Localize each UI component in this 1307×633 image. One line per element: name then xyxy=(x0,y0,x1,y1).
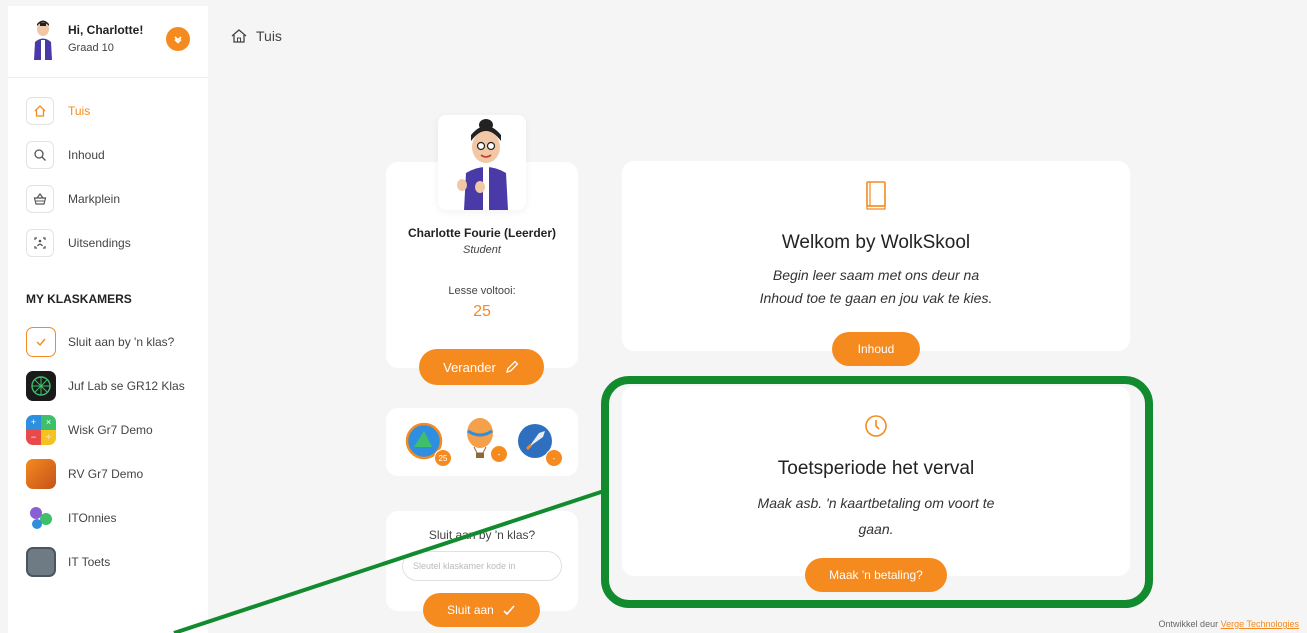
breadcrumb-label[interactable]: Tuis xyxy=(256,28,282,44)
home-icon xyxy=(34,105,46,117)
sidebar: Hi, Charlotte! Graad 10 Tuis Inhoud Mark… xyxy=(8,6,208,633)
nav-item-home[interactable]: Tuis xyxy=(26,96,201,126)
classroom-item[interactable]: + × − ÷ Wisk Gr7 Demo xyxy=(26,414,206,446)
badge-item[interactable]: - xyxy=(515,421,563,467)
badge-count: 25 xyxy=(434,449,452,467)
classroom-thumbnail xyxy=(26,459,56,489)
classroom-thumbnail xyxy=(26,503,56,533)
content-button-label: Inhoud xyxy=(857,342,895,356)
classroom-thumbnail xyxy=(26,547,56,577)
nav-label-home: Tuis xyxy=(68,104,91,118)
check-icon xyxy=(503,605,515,616)
badge-count: - xyxy=(545,449,563,467)
highlight-annotation xyxy=(601,376,1153,608)
classroom-item[interactable]: ITOnnies xyxy=(26,502,206,534)
classroom-item[interactable]: Juf Lab se GR12 Klas xyxy=(26,370,206,402)
badge-count: - xyxy=(490,445,508,463)
nav-label-content: Inhoud xyxy=(68,148,105,162)
nav-label-broadcasts: Uitsendings xyxy=(68,236,131,250)
grade-label: Graad 10 xyxy=(68,42,114,54)
classroom-thumbnail: + × − ÷ xyxy=(26,415,56,445)
profile-menu-toggle[interactable] xyxy=(166,27,190,51)
badge-item[interactable]: 25 xyxy=(404,421,452,467)
classroom-item[interactable]: RV Gr7 Demo xyxy=(26,458,206,490)
classrooms-title: MY KLASKAMERS xyxy=(26,292,132,306)
classroom-item[interactable]: IT Toets xyxy=(26,546,206,578)
classroom-label: Juf Lab se GR12 Klas xyxy=(68,379,185,393)
welcome-text: Begin leer saam met ons deur na Inhoud t… xyxy=(759,267,993,306)
footer-link[interactable]: Verge Technologies xyxy=(1221,619,1299,629)
nav-item-content[interactable]: Inhoud xyxy=(26,140,201,170)
classroom-label: ITOnnies xyxy=(68,511,117,525)
search-icon xyxy=(34,149,46,161)
join-class-button[interactable]: Sluit aan xyxy=(423,593,540,627)
checkmark-icon xyxy=(36,338,46,347)
classroom-thumbnail xyxy=(26,371,56,401)
lessons-label: Lesse voltooi: xyxy=(448,285,516,297)
profile-role: Student xyxy=(463,244,501,256)
user-avatar[interactable] xyxy=(30,20,56,60)
welcome-title: Welkom by WolkSkool xyxy=(781,232,971,253)
footer-credit: Ontwikkel deur Verge Technologies xyxy=(1158,619,1299,629)
profile-photo xyxy=(438,115,526,210)
greeting: Hi, Charlotte! xyxy=(68,23,144,37)
classroom-label: Sluit aan by 'n klas? xyxy=(68,335,175,349)
pencil-icon xyxy=(505,360,519,373)
chevron-down-icon xyxy=(174,36,182,44)
change-profile-label: Verander xyxy=(443,359,496,375)
lessons-value: 25 xyxy=(473,303,491,320)
nav-item-market[interactable]: Markplein xyxy=(26,184,201,214)
classroom-item-join[interactable]: Sluit aan by 'n klas? xyxy=(26,326,206,358)
basket-icon xyxy=(33,193,47,205)
home-icon xyxy=(231,29,247,43)
nav-item-broadcasts[interactable]: Uitsendings xyxy=(26,228,201,258)
join-class-label: Sluit aan xyxy=(447,603,494,617)
book-icon xyxy=(866,181,886,210)
breadcrumb: Tuis xyxy=(230,28,282,44)
change-profile-button[interactable]: Verander xyxy=(419,349,544,385)
classroom-label: RV Gr7 Demo xyxy=(68,467,144,481)
broadcast-icon xyxy=(34,237,46,249)
join-class-title: Sluit aan by 'n klas? xyxy=(428,528,536,542)
content-button[interactable]: Inhoud xyxy=(832,332,920,366)
badge-item[interactable]: - xyxy=(460,417,508,463)
nav-label-market: Markplein xyxy=(68,192,121,206)
classroom-label: IT Toets xyxy=(68,555,111,569)
class-code-input[interactable] xyxy=(402,551,562,581)
profile-name: Charlotte Fourie (Leerder) xyxy=(407,226,557,240)
sidebar-profile-header: Hi, Charlotte! Graad 10 xyxy=(8,6,208,78)
classroom-label: Wisk Gr7 Demo xyxy=(68,423,153,437)
